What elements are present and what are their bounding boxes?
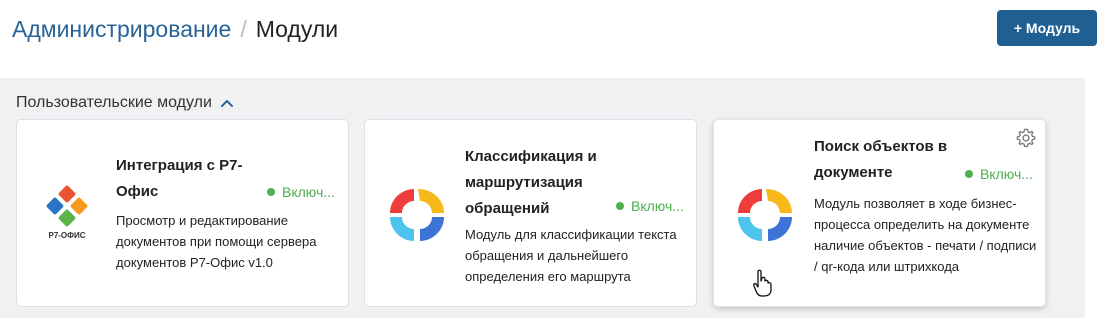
status-label: Включ... [631,198,684,214]
breadcrumb: Администрирование / Модули [12,14,338,44]
status-badge: Включ... [965,166,1033,182]
custom-modules-section: Пользовательские модули Р7-ОФИС Интеграц… [0,78,1085,318]
r7-logo-caption: Р7-ОФИС [48,231,85,240]
module-description: Просмотр и редактирование документов при… [116,213,317,270]
module-title: Классификация и маршрутизация обращений [465,148,597,217]
chevron-up-icon[interactable] [220,98,234,108]
hand-cursor-icon [753,269,772,297]
section-title: Пользовательские модули [16,94,212,111]
elma-ring-logo [390,189,444,241]
page-header: Администрирование / Модули + Модуль [0,0,1100,64]
module-title: Интеграция с Р7-Офис [116,157,243,200]
elma-ring-logo [738,189,792,241]
module-description: Модуль позволяет в ходе бизнес-процесса … [814,196,1037,274]
status-label: Включ... [980,166,1033,182]
status-badge: Включ... [267,184,335,200]
breadcrumb-separator: / [240,16,247,42]
status-dot-icon [267,188,275,196]
status-dot-icon [965,170,973,178]
gear-icon[interactable] [1015,127,1037,149]
breadcrumb-administration-link[interactable]: Администрирование [12,16,231,42]
section-header[interactable]: Пользовательские модули [16,94,234,112]
module-title: Поиск объектов в документе [814,138,948,181]
module-description: Модуль для классификации текста обращени… [465,227,677,284]
module-card-classification[interactable]: Классификация и маршрутизация обращений … [364,119,697,307]
status-label: Включ... [282,184,335,200]
module-card-r7-office[interactable]: Р7-ОФИС Интеграция с Р7-Офис Включ... Пр… [16,119,349,307]
status-dot-icon [616,202,624,210]
page-title: Модули [255,16,339,42]
add-module-button[interactable]: + Модуль [997,10,1097,46]
status-badge: Включ... [616,198,684,214]
r7-office-logo: Р7-ОФИС [46,185,88,240]
